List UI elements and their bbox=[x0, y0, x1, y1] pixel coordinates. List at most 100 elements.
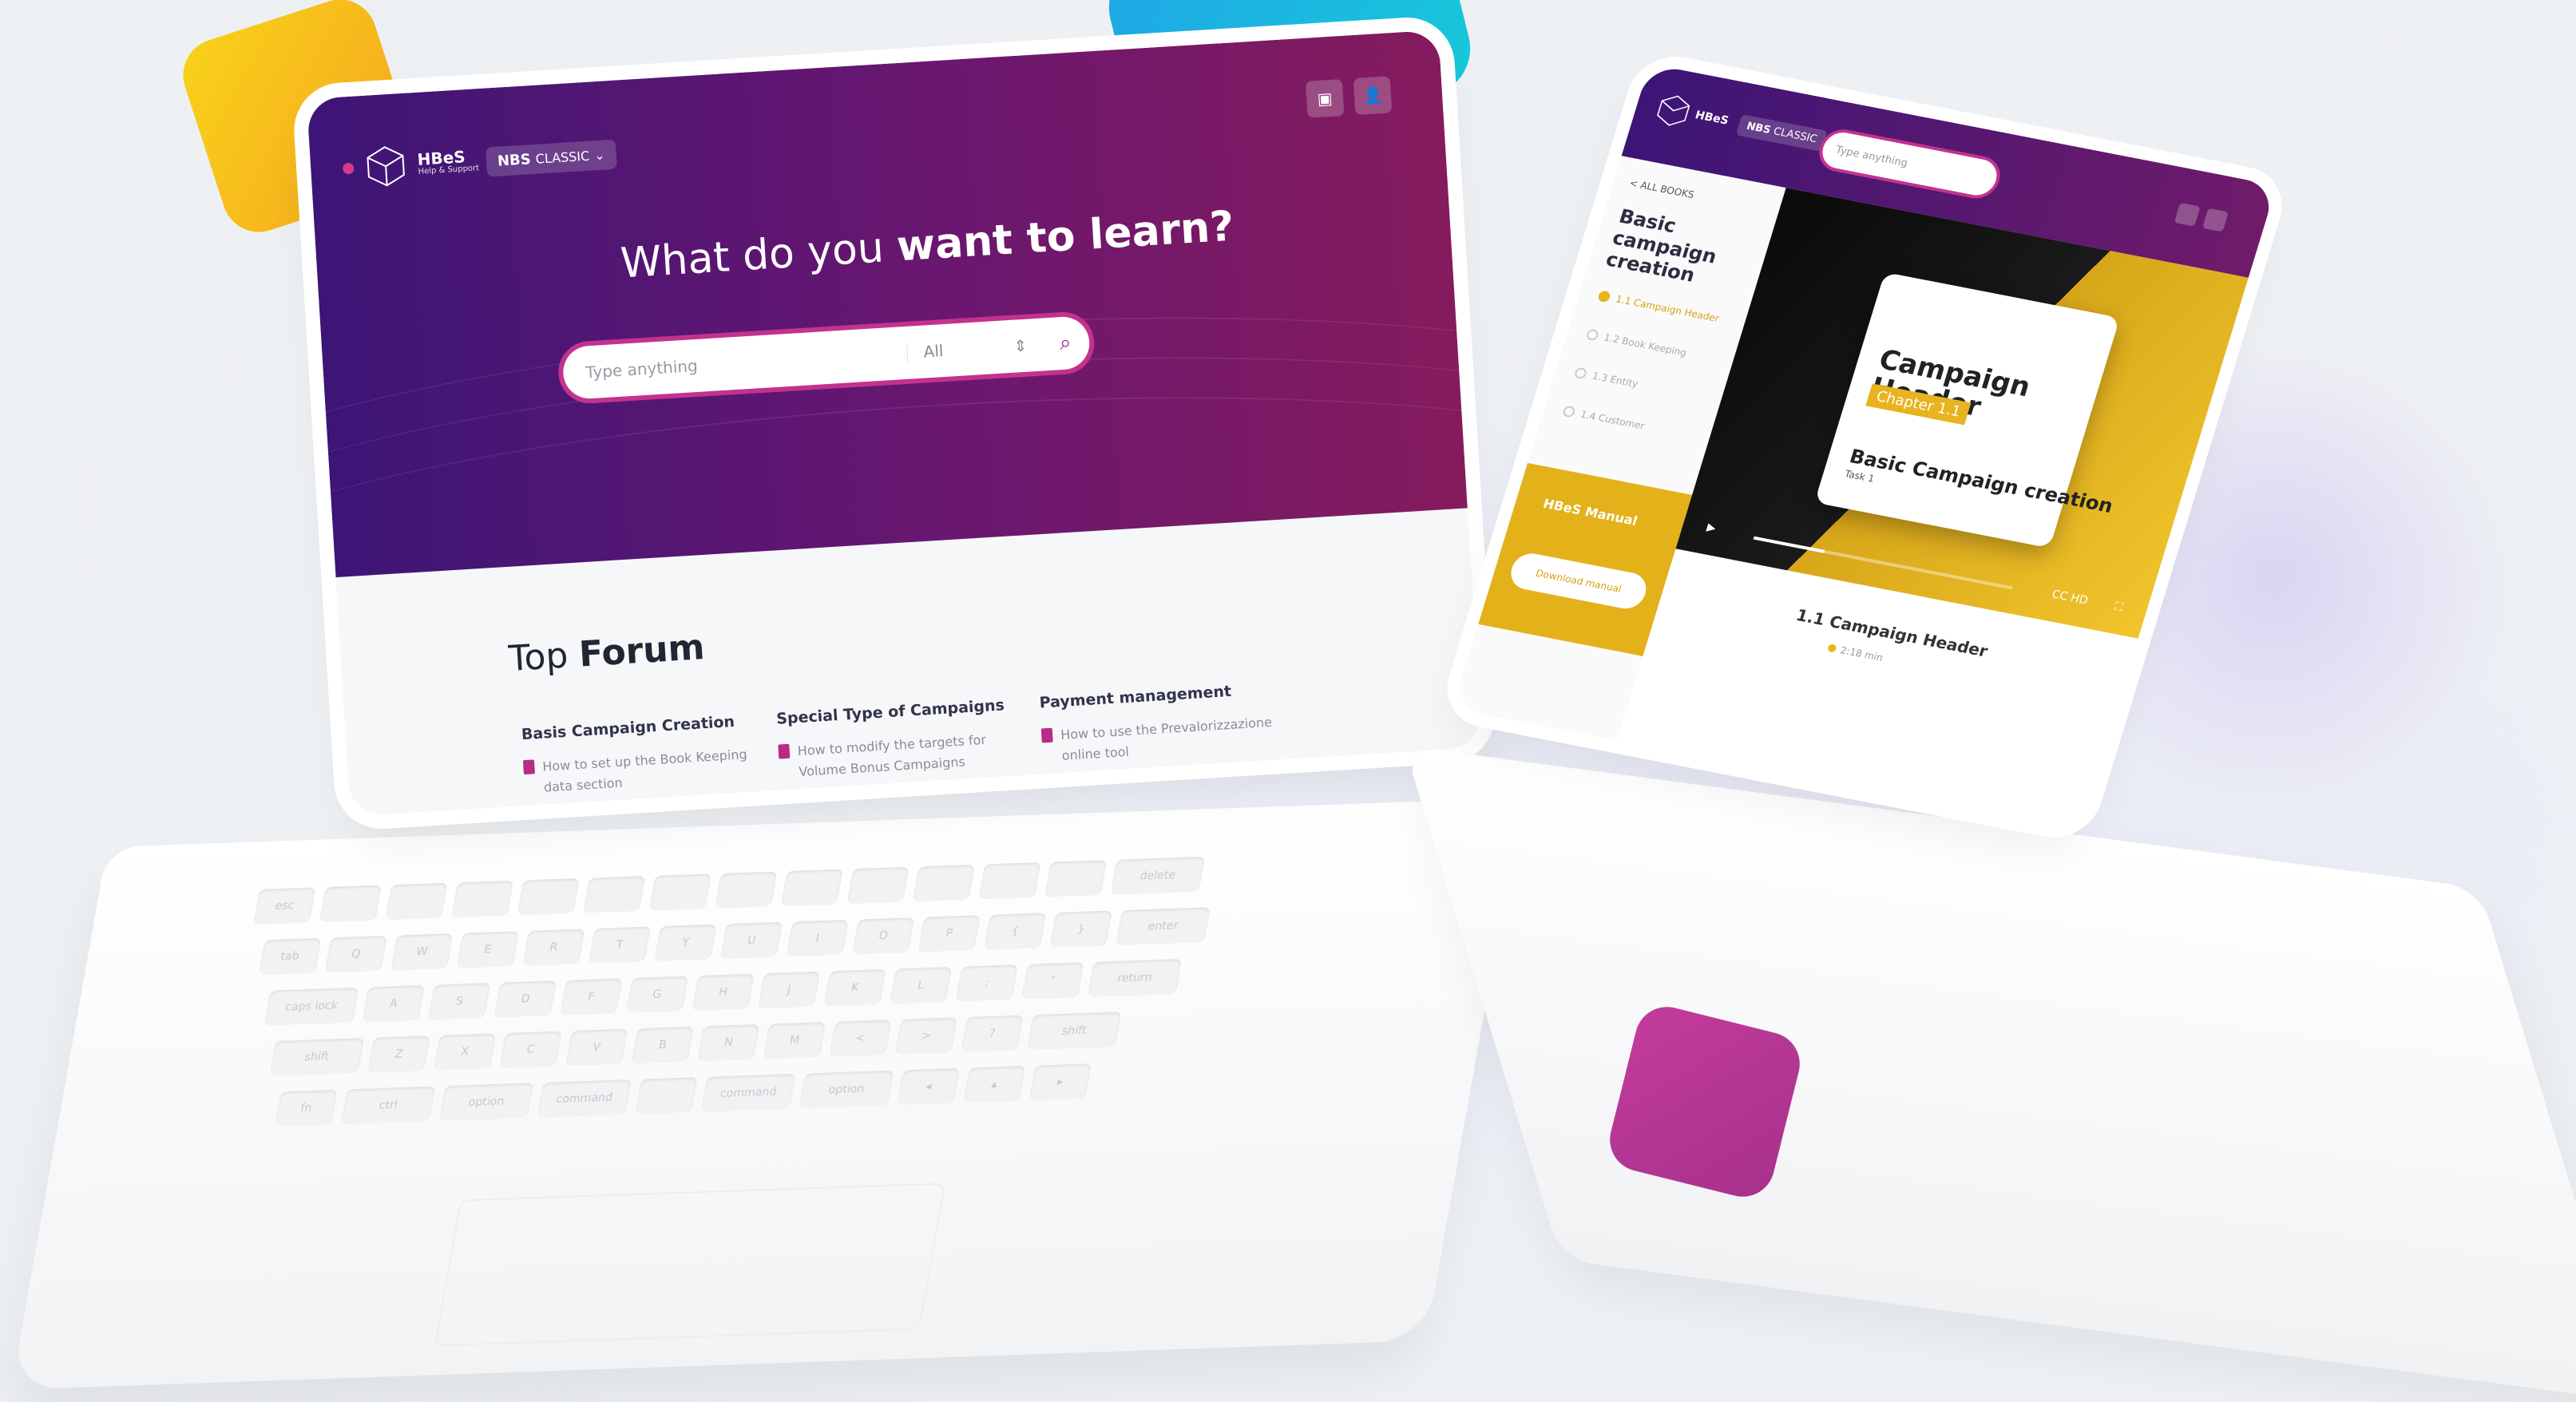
keyboard-key bbox=[648, 873, 711, 911]
book-icon bbox=[525, 807, 538, 817]
search-bar[interactable]: Type anything bbox=[1817, 129, 2002, 199]
forum-title-light: Top bbox=[507, 634, 581, 679]
keyboard-key: ? bbox=[961, 1015, 1024, 1052]
keyboard-key: C bbox=[499, 1031, 562, 1068]
forum-title-bold: Forum bbox=[577, 627, 706, 675]
search-filter-value: All bbox=[922, 341, 945, 362]
keyboard-key bbox=[385, 882, 448, 921]
keyboard-key bbox=[319, 885, 382, 923]
keyboard-key: Q bbox=[324, 935, 387, 973]
lesson-item[interactable]: 1.1 Campaign Header bbox=[1597, 290, 1721, 324]
keyboard-key: J bbox=[757, 971, 821, 1009]
keyboard-key: enter bbox=[1116, 907, 1211, 946]
lesson-item[interactable]: 1.2 Book Keeping bbox=[1585, 328, 1688, 358]
book-icon bbox=[1044, 775, 1056, 791]
search-input[interactable]: Type anything bbox=[1834, 144, 1909, 169]
keyboard-key bbox=[715, 871, 778, 909]
keyboard-key: R bbox=[522, 929, 585, 966]
brand-logo[interactable]: HBeS Help & Support bbox=[342, 138, 481, 191]
version-selector[interactable]: NBS CLASSIC ⌄ bbox=[485, 139, 617, 177]
search-filter-select[interactable]: All ⇕ bbox=[906, 335, 1043, 362]
keyboard-key: } bbox=[1049, 910, 1113, 948]
keyboard-key: V bbox=[565, 1028, 628, 1067]
keyboard-key: > bbox=[894, 1017, 958, 1055]
book-title: Basic campaign creation bbox=[1603, 204, 1720, 287]
keyboard-key bbox=[583, 876, 646, 913]
book-icon bbox=[780, 791, 794, 807]
user-button[interactable]: 👤 bbox=[1353, 76, 1393, 116]
keyboard-key: ▴ bbox=[963, 1065, 1026, 1103]
clock-dot-icon bbox=[1827, 644, 1837, 653]
keyboard-key: F bbox=[560, 978, 623, 1016]
video-progress[interactable] bbox=[1753, 536, 2013, 590]
video-title-card: Campaign Header Chapter 1.1 Basic Campai… bbox=[1814, 271, 2120, 549]
hero-title: What do you want to learn? bbox=[619, 203, 1235, 288]
left-laptop-base: esc delete tab Q W E R T Y U I O P{} enter caps lock A S… bbox=[10, 798, 1523, 1390]
keyboard-key: tab bbox=[259, 937, 322, 976]
left-laptop-screen: HBeS Help & Support NBS CLASSIC ⌄ ▣ 👤 Wh… bbox=[306, 30, 1483, 817]
manual-panel: HBeS Manual Download manual bbox=[1478, 462, 1693, 656]
chat-button[interactable]: ▣ bbox=[1305, 78, 1345, 118]
lesson-title: 1.1 Campaign Header bbox=[1793, 605, 1991, 661]
forum-item[interactable]: How to modify the targets for Volume Bon… bbox=[778, 727, 1020, 783]
book-icon bbox=[778, 743, 791, 759]
sort-arrows-icon: ⇕ bbox=[1013, 335, 1028, 356]
version-strong: NBS bbox=[1745, 120, 1773, 137]
menu-dot-icon[interactable] bbox=[342, 162, 355, 175]
forum-item-text: How to set up the Book Keeping data sect… bbox=[541, 747, 748, 795]
keyboard-key: fn bbox=[275, 1089, 338, 1127]
user-button[interactable] bbox=[2201, 208, 2229, 232]
right-laptop-base bbox=[1404, 746, 2576, 1402]
search-input[interactable]: Type anything bbox=[563, 343, 908, 383]
back-link[interactable]: < ALL BOOKS bbox=[1628, 177, 1695, 200]
keyboard-key: { bbox=[984, 913, 1047, 950]
keyboard-key: shift bbox=[1026, 1012, 1122, 1050]
keyboard-key: delete bbox=[1110, 856, 1206, 895]
keyboard-key: option bbox=[438, 1083, 534, 1122]
brand-text: HBeS Help & Support bbox=[417, 147, 479, 177]
hero-banner: HBeS Help & Support NBS CLASSIC ⌄ ▣ 👤 Wh… bbox=[306, 30, 1468, 578]
forum-item-text: How to modify the targets for Volume Bon… bbox=[797, 731, 987, 780]
keyboard-key: A bbox=[362, 984, 425, 1023]
play-icon[interactable]: ▶ bbox=[1706, 521, 1718, 535]
keyboard-key: D bbox=[493, 980, 557, 1018]
lesson-item[interactable]: 1.3 Entity bbox=[1573, 366, 1639, 390]
download-manual-button[interactable]: Download manual bbox=[1506, 550, 1651, 612]
lesson-item[interactable]: 1.4 Customer bbox=[1561, 405, 1646, 432]
fullscreen-icon[interactable]: ⛶ bbox=[2113, 600, 2124, 614]
keyboard-key bbox=[1044, 860, 1108, 897]
keyboard-key: L bbox=[890, 966, 953, 1004]
keyboard-key: O bbox=[852, 917, 915, 955]
keyboard-key: ▸ bbox=[1028, 1063, 1092, 1101]
chat-button[interactable] bbox=[2174, 202, 2201, 227]
keyboard-key: H bbox=[692, 973, 755, 1011]
forum-column-heading: Basis Campaign Creation bbox=[521, 712, 735, 744]
forum-item[interactable]: How to use the Prevalorizzazione online … bbox=[1040, 711, 1299, 767]
search-icon[interactable]: ⌕ bbox=[1040, 329, 1090, 357]
lesson-duration: 2:18 min bbox=[1826, 642, 1884, 663]
user-icon: 👤 bbox=[1361, 85, 1384, 106]
keyboard-key: B bbox=[631, 1026, 694, 1064]
forum-item[interactable]: How to set up the Book Keeping data sect… bbox=[522, 743, 757, 799]
keyboard-key: G bbox=[625, 976, 689, 1013]
keyboard-key: ctrl bbox=[340, 1086, 436, 1125]
keyboard-key: M bbox=[763, 1022, 826, 1059]
keyboard-key bbox=[780, 869, 844, 906]
book-icon bbox=[1040, 727, 1053, 743]
keyboard-key bbox=[912, 864, 976, 902]
card-subtitle: Basic Campaign creation bbox=[1847, 445, 2116, 518]
keyboard-key: caps lock bbox=[264, 987, 359, 1026]
forum-item[interactable]: How to check the target achievement in V… bbox=[780, 775, 1024, 817]
lesson-dot-icon bbox=[1561, 405, 1576, 418]
cc-hd-toggle[interactable]: CC HD bbox=[2051, 588, 2090, 608]
keyboard-key: < bbox=[829, 1020, 892, 1057]
keyboard-key bbox=[978, 861, 1041, 900]
keyboard-key: K bbox=[823, 968, 886, 1007]
lesson-label: 1.2 Book Keeping bbox=[1602, 331, 1688, 358]
forum-column-heading: Special Type of Campaigns bbox=[775, 696, 1005, 728]
keyboard-key: I bbox=[786, 919, 849, 957]
version-selector[interactable]: NBS CLASSIC bbox=[1735, 114, 1828, 152]
keyboard-key: option bbox=[799, 1070, 894, 1109]
keyboard-key: T bbox=[588, 926, 652, 964]
keyboard-key: : bbox=[955, 964, 1018, 1002]
